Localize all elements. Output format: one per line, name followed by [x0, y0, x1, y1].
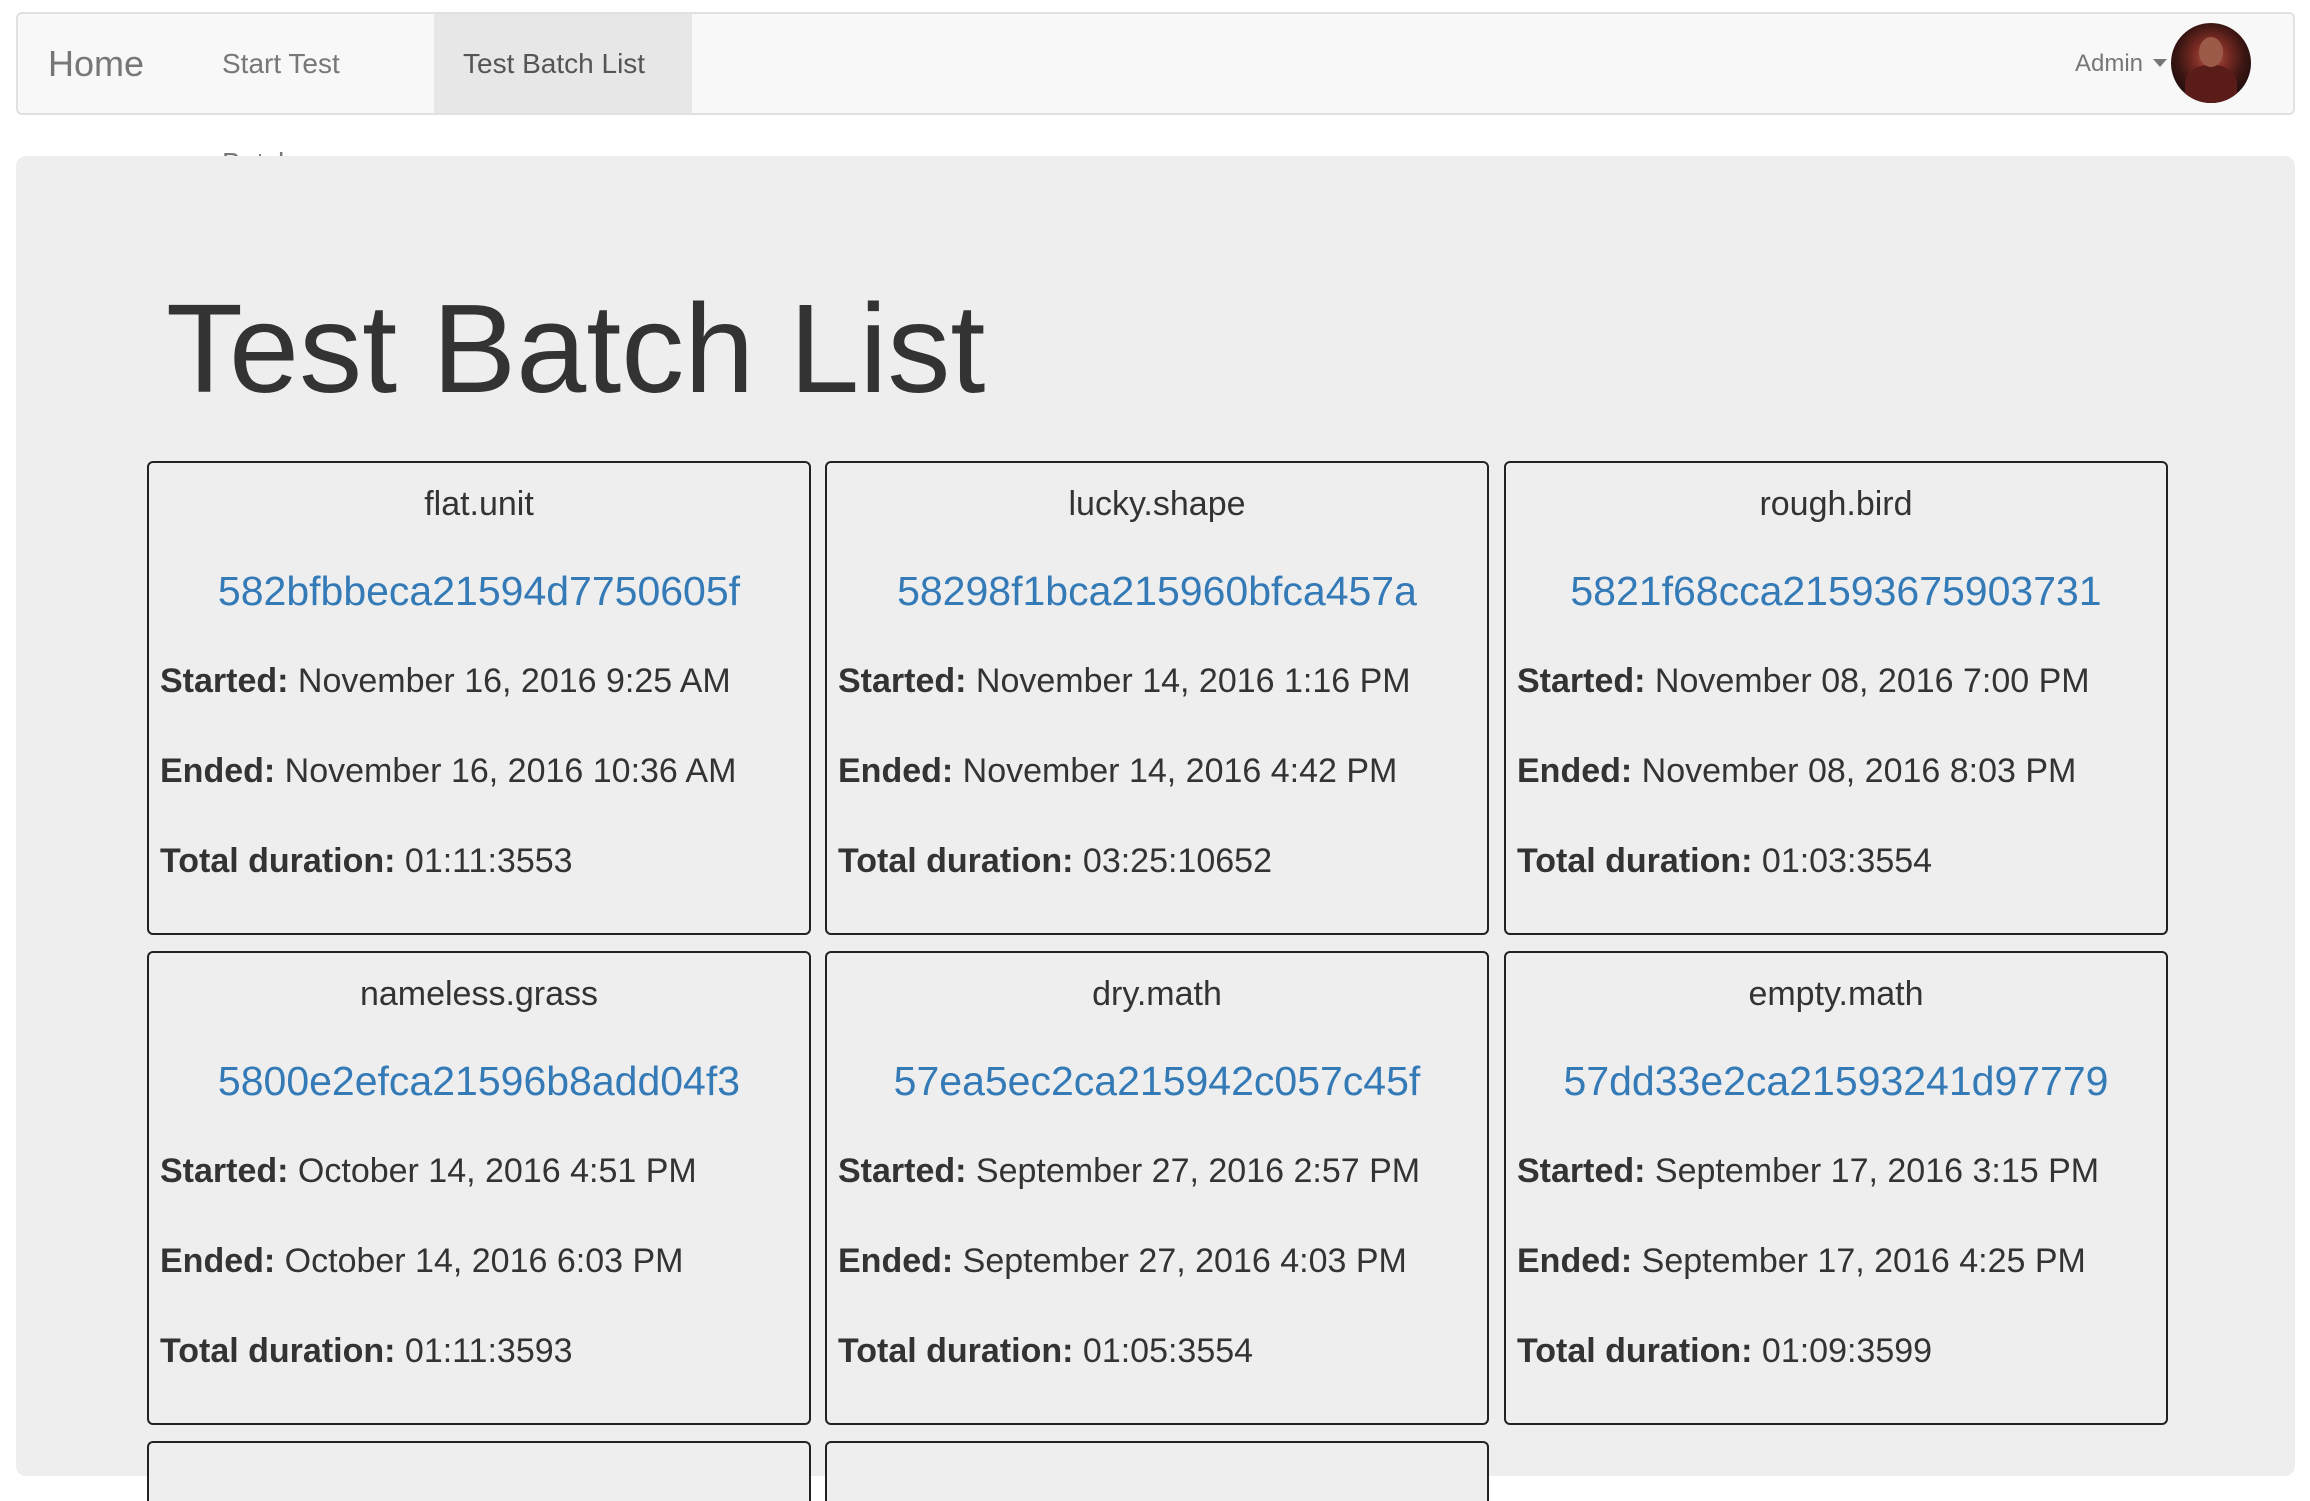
ended-value: September 27, 2016 4:03 PM [962, 1242, 1407, 1280]
batch-name: lucky.shape [1068, 485, 1246, 523]
duration-label: Total duration: [1517, 842, 1753, 880]
avatar-face [2199, 37, 2223, 67]
started-label: Started: [1517, 1152, 1646, 1190]
batch-duration: Total duration: 01:03:3554 [1517, 842, 1932, 881]
caret-down-icon [2153, 59, 2167, 67]
batch-started: Started: September 17, 2016 3:15 PM [1517, 1152, 2099, 1191]
batch-name: dry.math [1092, 975, 1222, 1013]
batch-started: Started: November 08, 2016 7:00 PM [1517, 662, 2090, 701]
jumbotron: Test Batch List flat.unit 582bfbbeca2159… [16, 156, 2295, 1501]
ended-label: Ended: [160, 1242, 276, 1280]
batch-started: Started: September 27, 2016 2:57 PM [838, 1152, 1420, 1191]
batch-duration: Total duration: 01:05:3554 [838, 1332, 1253, 1371]
started-value: November 08, 2016 7:00 PM [1654, 662, 2090, 700]
ended-value: November 16, 2016 10:36 AM [284, 752, 737, 790]
ended-label: Ended: [838, 1242, 954, 1280]
started-value: September 17, 2016 3:15 PM [1654, 1152, 2100, 1190]
duration-value: 01:11:3553 [404, 842, 573, 880]
batch-card: flat.unit 582bfbbeca21594d7750605f Start… [147, 461, 811, 935]
duration-value: 03:25:10652 [1082, 842, 1272, 880]
started-label: Started: [1517, 662, 1646, 700]
user-menu-dropdown[interactable]: Admin [2058, 14, 2256, 113]
avatar[interactable] [2171, 23, 2251, 103]
batch-card: lucky.shape 58298f1bca215960bfca457a Sta… [825, 461, 1489, 935]
started-value: September 27, 2016 2:57 PM [975, 1152, 1421, 1190]
ended-label: Ended: [838, 752, 954, 790]
duration-value: 01:05:3554 [1082, 1332, 1254, 1370]
user-menu-label: Admin [2075, 50, 2144, 77]
started-label: Started: [160, 662, 289, 700]
ended-value: November 08, 2016 8:03 PM [1641, 752, 2077, 790]
batch-id-link[interactable]: 5821f68cca21593675903731 [1506, 568, 2166, 615]
batch-ended: Ended: September 27, 2016 4:03 PM [838, 1242, 1407, 1281]
started-label: Started: [838, 662, 967, 700]
batch-name: flat.unit [424, 485, 534, 523]
batch-started: Started: November 14, 2016 1:16 PM [838, 662, 1411, 701]
batch-name: empty.math [1748, 975, 1924, 1013]
batch-card: empty.math 57dd33e2ca21593241d97779 Star… [1504, 951, 2168, 1425]
top-navbar: Home Start Test Batch Test Batch List Ad… [16, 12, 2295, 178]
batch-started: Started: November 16, 2016 9:25 AM [160, 662, 731, 701]
batch-id-link[interactable]: 582bfbbeca21594d7750605f [149, 568, 809, 615]
ended-value: October 14, 2016 6:03 PM [284, 1242, 684, 1280]
duration-value: 01:11:3593 [404, 1332, 573, 1370]
home-link[interactable]: Home [48, 14, 144, 113]
batch-card: rough.bird 5821f68cca21593675903731 Star… [1504, 461, 2168, 935]
batch-name: nameless.grass [359, 975, 599, 1013]
duration-value: 01:03:3554 [1761, 842, 1933, 880]
duration-label: Total duration: [160, 1332, 396, 1370]
started-label: Started: [838, 1152, 967, 1190]
started-label: Started: [160, 1152, 289, 1190]
page-title: Test Batch List [166, 278, 986, 419]
batch-duration: Total duration: 01:09:3599 [1517, 1332, 1932, 1371]
duration-label: Total duration: [838, 1332, 1074, 1370]
batch-ended: Ended: October 14, 2016 6:03 PM [160, 1242, 683, 1281]
ended-value: November 14, 2016 4:42 PM [962, 752, 1398, 790]
nav-start-test-batch[interactable]: Start Test Batch [193, 14, 448, 178]
batch-id-link[interactable]: 57ea5ec2ca215942c057c45f [827, 1058, 1487, 1105]
batch-duration: Total duration: 01:11:3593 [160, 1332, 573, 1371]
ended-label: Ended: [1517, 752, 1633, 790]
started-value: October 14, 2016 4:51 PM [297, 1152, 697, 1190]
started-value: November 14, 2016 1:16 PM [975, 662, 1411, 700]
batch-id-link[interactable]: 57dd33e2ca21593241d97779 [1506, 1058, 2166, 1105]
batch-card: dry.math 57ea5ec2ca215942c057c45f Starte… [825, 951, 1489, 1425]
started-value: November 16, 2016 9:25 AM [297, 662, 731, 700]
duration-label: Total duration: [160, 842, 396, 880]
batch-card [147, 1441, 811, 1501]
batch-ended: Ended: November 14, 2016 4:42 PM [838, 752, 1397, 791]
avatar-body [2185, 65, 2237, 103]
batch-name: rough.bird [1759, 485, 1913, 523]
nav-test-batch-list[interactable]: Test Batch List [434, 14, 692, 113]
batch-ended: Ended: September 17, 2016 4:25 PM [1517, 1242, 2086, 1281]
batch-started: Started: October 14, 2016 4:51 PM [160, 1152, 697, 1191]
duration-value: 01:09:3599 [1761, 1332, 1933, 1370]
duration-label: Total duration: [838, 842, 1074, 880]
batch-id-link[interactable]: 5800e2efca21596b8add04f3 [149, 1058, 809, 1105]
batch-id-link[interactable]: 58298f1bca215960bfca457a [827, 568, 1487, 615]
duration-label: Total duration: [1517, 1332, 1753, 1370]
ended-value: September 17, 2016 4:25 PM [1641, 1242, 2086, 1280]
ended-label: Ended: [1517, 1242, 1633, 1280]
batch-card: nameless.grass 5800e2efca21596b8add04f3 … [147, 951, 811, 1425]
batch-duration: Total duration: 01:11:3553 [160, 842, 573, 881]
batch-ended: Ended: November 16, 2016 10:36 AM [160, 752, 736, 791]
batch-ended: Ended: November 08, 2016 8:03 PM [1517, 752, 2076, 791]
batch-card [825, 1441, 1489, 1501]
batch-duration: Total duration: 03:25:10652 [838, 842, 1272, 881]
ended-label: Ended: [160, 752, 276, 790]
